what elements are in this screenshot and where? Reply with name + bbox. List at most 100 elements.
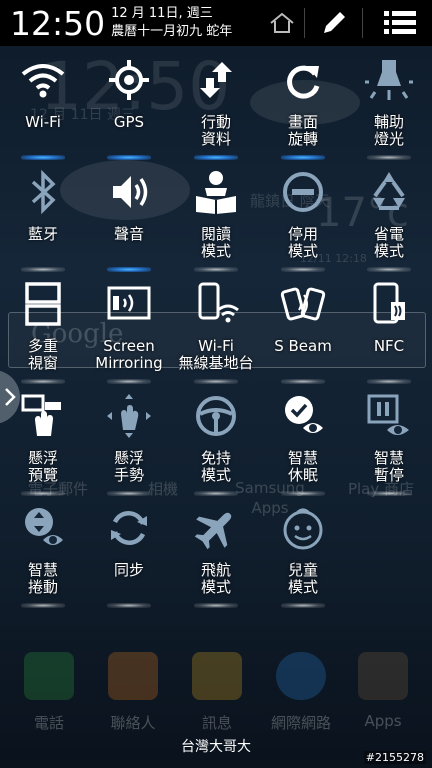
gps-icon — [109, 60, 149, 100]
tile-sound[interactable]: 聲音 — [86, 158, 172, 272]
tile-mobile-data[interactable]: 行動 資料 — [173, 46, 259, 160]
edit-icon — [324, 12, 345, 33]
mobile-data-icon — [200, 62, 232, 98]
power-saving-icon — [373, 172, 405, 210]
tile-driving-mode[interactable]: 免持 模式 — [173, 382, 259, 496]
smart-pause-icon — [367, 394, 409, 435]
tile-status-indicator — [281, 603, 325, 608]
dock-internet-label: 網際網路 — [270, 714, 331, 732]
dock-internet-icon — [276, 652, 326, 700]
dock-messages-icon — [192, 652, 242, 700]
tile-multi-window[interactable]: 多重 視窗 — [0, 270, 86, 384]
wifi-hotspot-icon — [198, 282, 239, 323]
home-icon — [270, 12, 294, 33]
dock-contacts-icon — [108, 652, 158, 700]
reading-mode-icon — [196, 171, 236, 214]
sync-icon — [111, 511, 147, 545]
tile-label: 智慧 捲動 — [27, 561, 58, 596]
airplane-mode-icon — [194, 512, 232, 550]
dock-apps-icon — [358, 652, 408, 700]
tile-label: 懸浮 預覽 — [27, 449, 58, 484]
tile-label: 藍牙 — [27, 225, 58, 243]
tile-label: 閱讀 模式 — [200, 225, 231, 260]
tile-rotate[interactable]: 畫面 旋轉 — [260, 46, 346, 160]
tile-reading-mode[interactable]: 閱讀 模式 — [173, 158, 259, 272]
tile-kids-mode[interactable]: 兒童 模式 — [260, 494, 346, 608]
tile-label: S Beam — [274, 337, 332, 355]
date-line: 12 月 11日, 週三 — [111, 6, 213, 21]
tile-label: GPS — [113, 113, 145, 131]
tile-s-beam[interactable]: S Beam — [260, 270, 346, 384]
s-beam-icon — [280, 287, 326, 321]
tile-label: 飛航 模式 — [200, 561, 231, 596]
screen-mirroring-icon — [107, 286, 151, 320]
tile-airplane-mode[interactable]: 飛航 模式 — [173, 494, 259, 608]
tile-label: 同步 — [113, 561, 144, 579]
tile-flashlight[interactable]: 輔助 燈光 — [346, 46, 432, 160]
tile-status-indicator — [107, 603, 151, 608]
dock-phone-label: 電話 — [33, 714, 64, 732]
tile-status-indicator — [21, 603, 65, 608]
header-divider — [304, 8, 305, 38]
edit-button[interactable] — [312, 0, 356, 46]
tile-air-view[interactable]: 懸浮 預覽 — [0, 382, 86, 496]
tile-label: Wi-Fi 無線基地台 — [178, 337, 254, 372]
list-icon — [384, 11, 416, 34]
tile-label: 免持 模式 — [200, 449, 231, 484]
tile-label: NFC — [373, 337, 405, 355]
tile-status-indicator — [367, 491, 411, 496]
tile-label: 畫面 旋轉 — [287, 113, 318, 148]
tile-label: 懸浮 手勢 — [113, 449, 144, 484]
tile-label: 行動 資料 — [200, 113, 231, 148]
tile-bluetooth[interactable]: 藍牙 — [0, 158, 86, 272]
tile-gps[interactable]: GPS — [86, 46, 172, 160]
dock-phone-icon — [24, 652, 74, 700]
status-date: 12 月 11日, 週三 農曆十一月初九 蛇年 — [111, 5, 232, 41]
tile-air-gesture[interactable]: 懸浮 手勢 — [86, 382, 172, 496]
header-divider — [362, 8, 363, 38]
tile-label: Wi-Fi — [25, 113, 61, 131]
tile-smart-scroll[interactable]: 智慧 捲動 — [0, 494, 86, 608]
tile-label: 省電 模式 — [373, 225, 404, 260]
tile-label: 智慧 暫停 — [373, 449, 404, 484]
smart-scroll-icon — [25, 508, 63, 545]
air-gesture-icon — [107, 394, 151, 438]
air-view-icon — [21, 394, 61, 436]
tile-label: 智慧 休眠 — [287, 449, 318, 484]
multi-window-icon — [25, 282, 61, 326]
status-clock: 12:50 — [10, 3, 106, 43]
dock-apps-label: Apps — [364, 712, 402, 730]
watermark: #2155278 — [363, 751, 426, 764]
wifi-icon — [21, 64, 65, 98]
tile-screen-mirroring[interactable]: Screen Mirroring — [86, 270, 172, 384]
kids-mode-icon — [283, 508, 323, 550]
tile-label: Screen Mirroring — [95, 337, 163, 372]
tile-power-saving[interactable]: 省電 模式 — [346, 158, 432, 272]
blocking-mode-icon — [283, 172, 323, 212]
tile-label: 兒童 模式 — [287, 561, 318, 596]
tile-wifi-hotspot[interactable]: Wi-Fi 無線基地台 — [173, 270, 259, 384]
dock-messages-label: 訊息 — [201, 714, 232, 732]
tile-smart-stay[interactable]: 智慧 休眠 — [260, 382, 346, 496]
list-button[interactable] — [372, 0, 428, 46]
tile-nfc[interactable]: NFC — [346, 270, 432, 384]
sound-icon — [113, 176, 148, 208]
tile-label: 聲音 — [113, 225, 144, 243]
tile-smart-pause[interactable]: 智慧 暫停 — [346, 382, 432, 496]
tile-label: 停用 模式 — [287, 225, 318, 260]
tile-status-indicator — [194, 603, 238, 608]
bluetooth-icon — [31, 169, 56, 215]
rotate-icon — [287, 65, 320, 99]
tile-label: 多重 視窗 — [27, 337, 58, 372]
dock-contacts-label: 聯絡人 — [110, 714, 156, 732]
driving-mode-icon — [196, 396, 236, 436]
flashlight-icon — [365, 60, 413, 100]
tile-blocking-mode[interactable]: 停用 模式 — [260, 158, 346, 272]
status-header: 12:50 12 月 11日, 週三 農曆十一月初九 蛇年 — [0, 0, 432, 46]
home-button[interactable] — [262, 0, 302, 46]
tile-wifi[interactable]: Wi-Fi — [0, 46, 86, 160]
tile-sync[interactable]: 同步 — [86, 494, 172, 608]
nfc-icon — [373, 282, 405, 324]
smart-stay-icon — [285, 396, 323, 433]
lunar-date-line: 農曆十一月初九 蛇年 — [111, 24, 233, 39]
